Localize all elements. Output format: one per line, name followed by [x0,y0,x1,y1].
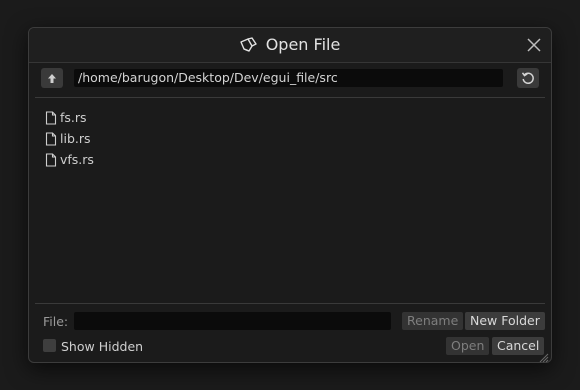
file-icon [45,110,57,125]
new-folder-button[interactable]: New Folder [465,312,545,330]
show-hidden-checkbox[interactable] [43,339,56,352]
filename-row: File: Rename New Folder [43,312,545,332]
path-field[interactable]: /home/barugon/Desktop/Dev/egui_file/src [74,69,503,87]
close-icon [527,38,541,52]
list-item[interactable]: fs.rs [45,107,535,128]
file-name: lib.rs [60,131,91,146]
title-bar[interactable]: Open File [29,28,551,63]
parent-directory-button[interactable] [41,68,63,88]
list-item[interactable]: vfs.rs [45,149,535,170]
open-file-dialog: Open File /home/barugon/Desktop/Dev/egui… [28,27,552,363]
open-button[interactable]: Open [446,337,490,355]
file-name: vfs.rs [60,152,94,167]
divider [35,303,545,304]
divider [35,97,545,98]
resize-grip-icon [539,353,549,363]
file-list: fs.rs lib.rs vfs.rs [45,107,535,170]
dialog-title-text: Open File [265,35,341,54]
close-button[interactable] [525,36,543,54]
refresh-icon [521,72,534,85]
filename-input[interactable] [74,312,391,330]
actions-row: Show Hidden Open Cancel [43,337,545,357]
resize-handle[interactable] [537,348,549,363]
arrow-up-icon [48,73,56,83]
file-icon [45,152,57,167]
file-icon [45,131,57,146]
show-hidden-label[interactable]: Show Hidden [61,339,143,354]
path-toolbar: /home/barugon/Desktop/Dev/egui_file/src [41,68,539,90]
open-folder-icon [240,36,258,53]
list-item[interactable]: lib.rs [45,128,535,149]
refresh-button[interactable] [517,68,539,88]
file-label: File: [43,314,69,329]
rename-button[interactable]: Rename [402,312,464,330]
dialog-title: Open File [29,35,551,54]
file-name: fs.rs [60,110,87,125]
